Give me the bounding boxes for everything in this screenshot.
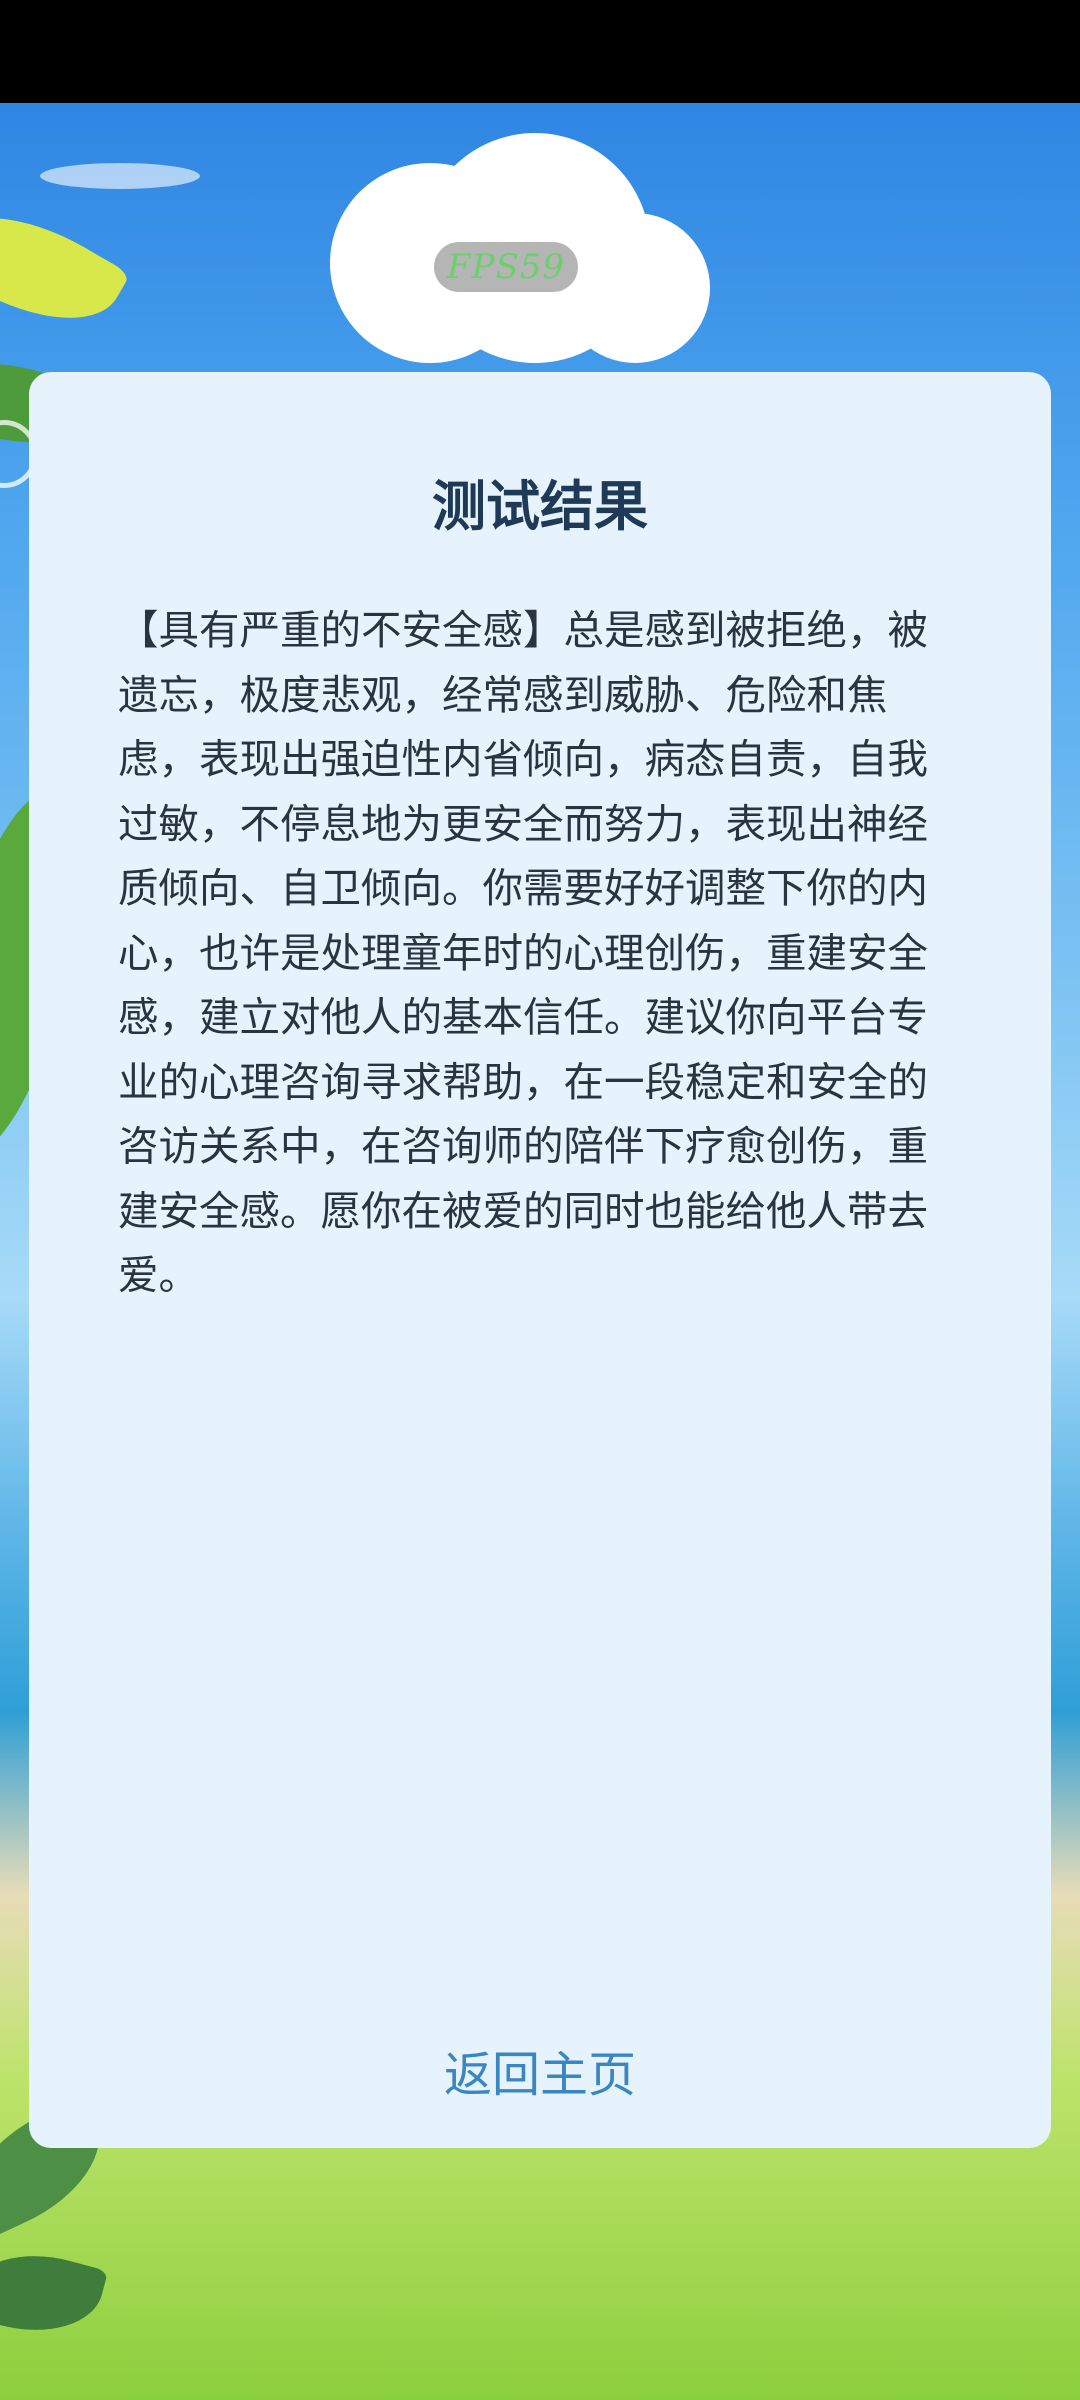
leaf-shape: [0, 184, 131, 352]
result-title: 测试结果: [432, 475, 648, 538]
result-description: 【具有严重的不安全感】总是感到被拒绝，被遗忘，极度悲观，经常感到威胁、危险和焦虑…: [118, 606, 928, 1299]
result-screen: FPS59 测试结果 【具有严重的不安全感】总是感到被拒绝，被遗忘，极度悲观，经…: [0, 0, 1080, 2400]
status-bar: [0, 0, 1080, 103]
cloud-shape: [560, 213, 710, 363]
back-home-button[interactable]: 返回主页: [340, 2030, 740, 2110]
leaf-shape: [0, 2237, 109, 2349]
cloud-shape: [40, 163, 200, 189]
fps-counter-text: FPS59: [446, 247, 566, 287]
fps-counter-badge: FPS59: [434, 242, 578, 292]
